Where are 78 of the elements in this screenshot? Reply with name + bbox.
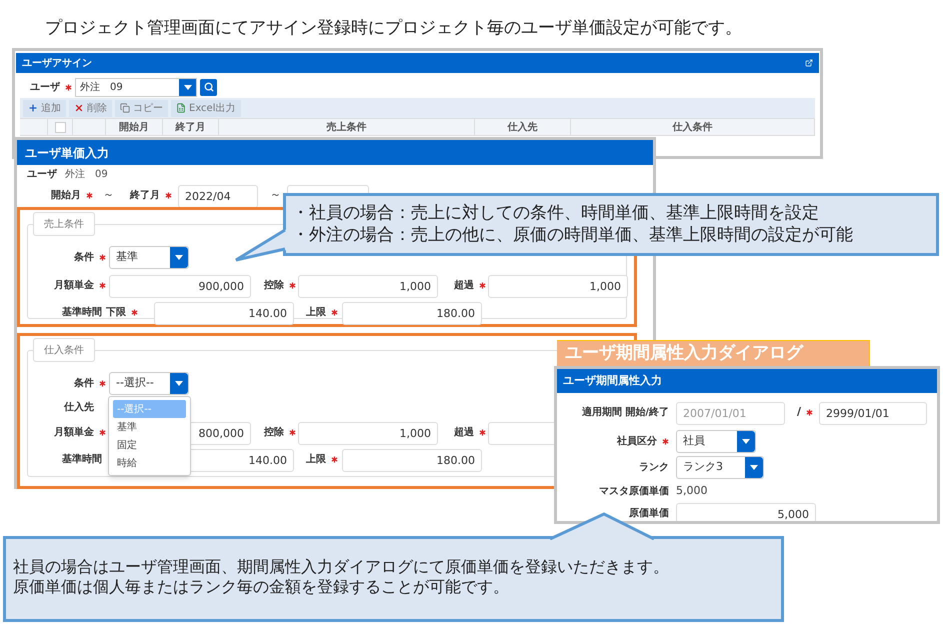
plus-icon: [28, 103, 38, 113]
search-button[interactable]: [200, 78, 217, 96]
dropdown-button[interactable]: [179, 78, 196, 96]
field-label: ランク: [639, 461, 669, 475]
close-icon: [74, 103, 84, 113]
tilde-text: ～: [103, 187, 114, 204]
select-field[interactable]: --選択--: [109, 372, 189, 395]
field-label: 控除: [264, 426, 284, 440]
window-title: ユーザアサイン: [22, 56, 92, 70]
checkbox[interactable]: [54, 122, 66, 132]
field-label: 開始月: [51, 188, 81, 203]
field-value: 外注 09: [65, 168, 108, 182]
column-header: 開始月: [119, 120, 149, 134]
external-link-icon[interactable]: [805, 59, 813, 67]
callout-text: ・社員の場合：売上に対しての条件、時間単価、基準上限時間を設定 ・外注の場合：売上の他に、原価の時間単価、基準上限時間の設定が可能: [292, 202, 854, 246]
field-label: ユーザ: [27, 168, 57, 182]
callout-text: 社員の場合はユーザ管理画面、期間属性入力ダイアログにて原価単価を登録いただきます。 原価単価は個人毎またはランク毎の金額を登録することが可能です。: [13, 557, 670, 597]
caret-icon: [742, 439, 750, 444]
text-input[interactable]: 180.00: [342, 302, 482, 325]
field-value: 5,000: [676, 482, 708, 499]
caret-icon: [175, 255, 183, 260]
fieldset-legend: 仕入条件: [33, 338, 95, 362]
field-label: 終了月: [130, 188, 160, 203]
field-label: 超過: [454, 426, 474, 440]
text-input[interactable]: 180.00: [342, 449, 482, 472]
column-header: 仕入先: [508, 120, 538, 134]
field-label: 上限: [306, 306, 326, 320]
text-input[interactable]: 5,000: [676, 503, 816, 521]
tilde-text: ～: [270, 187, 281, 204]
field-label: 基準時間: [62, 306, 102, 320]
dropdown-button[interactable]: [170, 373, 188, 394]
field-label: 条件: [74, 376, 94, 391]
window-title: ユーザ単価入力: [25, 144, 109, 162]
field-label: 基準時間: [62, 452, 102, 467]
field-label: 月額単金: [54, 426, 94, 440]
column-header: 仕入条件: [672, 120, 712, 134]
caret-icon: [184, 84, 192, 90]
field-label: 控除: [264, 278, 284, 293]
copy-icon: [120, 103, 130, 113]
select-field[interactable]: 外注 09: [75, 78, 197, 96]
text-input[interactable]: 1,000: [298, 275, 438, 298]
field-label: 下限: [106, 306, 126, 320]
select-field[interactable]: 社員: [676, 430, 756, 453]
caret-icon: [175, 381, 183, 386]
field-label: 超過: [454, 278, 474, 293]
dropdown-button[interactable]: [737, 431, 755, 452]
field-label: 月額単金: [54, 278, 94, 293]
caret-icon: [750, 465, 758, 470]
text-input[interactable]: 1,000: [488, 275, 628, 298]
dropdown-button[interactable]: [745, 457, 763, 478]
toolbar-button[interactable]: 追加: [23, 100, 66, 116]
select-field[interactable]: 基準: [109, 246, 189, 269]
dropdown-option[interactable]: 基準: [113, 418, 186, 436]
dropdown-button[interactable]: [170, 247, 188, 268]
page-heading: プロジェクト管理画面にてアサイン登録時にプロジェクト毎のユーザ単価設定が可能です。: [45, 17, 742, 40]
search-icon: [204, 82, 214, 92]
select-field[interactable]: ランク3: [676, 456, 764, 479]
spreadsheet-icon: [176, 103, 186, 113]
field-label: 仕入先: [64, 400, 94, 414]
field-label: 適用期間 開始/終了: [582, 405, 669, 420]
text-input[interactable]: 1,000: [298, 422, 438, 445]
field-label: マスタ原価単価: [599, 484, 669, 498]
text-input[interactable]: 140.00: [154, 302, 294, 325]
text-input[interactable]: 900,000: [109, 275, 251, 298]
dialog-caption: ユーザ期間属性入力ダイアログ: [557, 340, 870, 367]
fieldset-legend: 売上条件: [33, 212, 95, 236]
window-title: ユーザ期間属性入力: [563, 372, 662, 389]
text-input[interactable]: 2999/01/01: [819, 402, 928, 425]
field-label: 社員区分: [617, 434, 657, 449]
field-label: 上限: [306, 452, 326, 467]
field-label: 原価単価: [629, 506, 669, 521]
field-label: 条件: [74, 250, 94, 265]
field-label: ユーザ: [30, 80, 60, 94]
column-header: 終了月: [176, 120, 206, 134]
column-header: 売上条件: [326, 120, 366, 134]
slash-text: /: [797, 404, 802, 420]
text-input[interactable]: 2022/04: [178, 185, 258, 208]
toolbar-button[interactable]: 削除: [69, 100, 112, 116]
